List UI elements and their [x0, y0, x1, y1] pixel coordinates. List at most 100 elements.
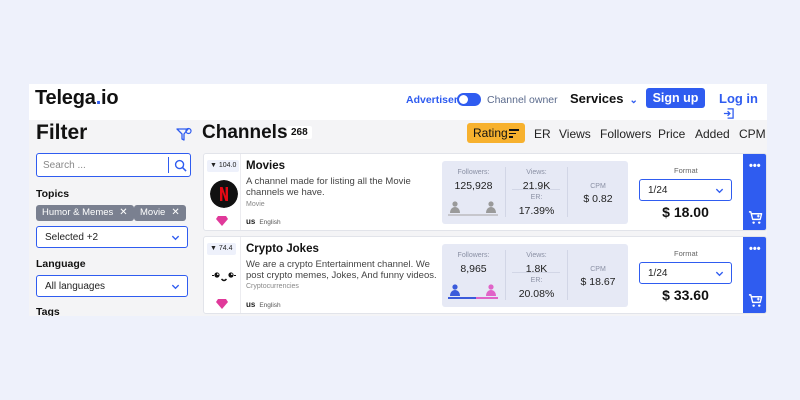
add-to-cart-icon[interactable] — [748, 210, 763, 225]
channel-category: Cryptocurrencies — [246, 283, 299, 290]
filter-icon[interactable] — [176, 127, 192, 143]
channels-panel: Channels 268 Rating ER Views Followers P… — [199, 120, 767, 316]
gem-icon — [216, 299, 228, 309]
cpm-label: CPM — [590, 266, 606, 273]
topics-select[interactable]: Selected +2 — [36, 226, 188, 248]
cpm-label: CPM — [590, 183, 606, 190]
chevron-down-icon — [715, 188, 724, 194]
channel-name[interactable]: Movies — [246, 160, 285, 172]
channel-description: We are a crypto Entertainment channel. W… — [246, 259, 437, 281]
login-label: Log in — [719, 91, 758, 106]
sort-price[interactable]: Price — [658, 127, 685, 141]
chevron-down-icon: ⌄ — [629, 95, 638, 106]
rating-badge: ▼ 104.0 — [207, 160, 240, 172]
sort-views[interactable]: Views — [559, 127, 591, 141]
er-value: 20.08% — [518, 288, 555, 300]
topic-chip-movie[interactable]: Movie ✕ — [134, 205, 186, 221]
views-value: 21.9K — [522, 180, 551, 192]
rating-value: 74.4 — [218, 245, 233, 252]
filter-title: Filter — [36, 121, 88, 144]
cpm-value: $ 0.82 — [583, 193, 613, 205]
er-label: ER: — [530, 277, 543, 284]
logo[interactable]: Telega.io — [35, 87, 119, 110]
toggle-knob — [459, 95, 468, 104]
channel-name[interactable]: Crypto Jokes — [246, 243, 319, 255]
chip-label: Movie — [140, 207, 166, 218]
channel-description: A channel made for listing all the Movie… — [246, 176, 411, 198]
kawaii-face-icon[interactable] — [210, 263, 238, 291]
format-label: Format — [674, 249, 698, 258]
views-label: Views: — [526, 169, 547, 176]
divider — [512, 189, 560, 190]
channel-language: us English — [246, 300, 281, 309]
followers-value: 8,965 — [460, 263, 487, 275]
search-input[interactable] — [43, 158, 163, 172]
chevron-down-icon — [171, 235, 180, 241]
format-select[interactable]: 1/24 — [639, 179, 732, 201]
divider — [512, 272, 560, 273]
services-menu[interactable]: Services ⌄ — [570, 91, 638, 106]
more-icon[interactable]: ••• — [749, 243, 761, 255]
chip-label: Humor & Memes — [42, 207, 114, 218]
format-label: Format — [674, 166, 698, 175]
app-frame: Telega.io Advertiser Channel owner Servi… — [29, 84, 767, 316]
logo-text: Telega — [35, 87, 96, 109]
login-link[interactable]: Log in — [719, 91, 767, 121]
sort-followers[interactable]: Followers — [600, 127, 651, 141]
sort-cpm[interactable]: CPM — [739, 127, 766, 141]
cpm-value: $ 18.67 — [580, 276, 616, 288]
language-select[interactable]: All languages — [36, 275, 188, 297]
er-value: 17.39% — [518, 205, 555, 217]
divider — [240, 237, 241, 313]
price-value: $ 33.60 — [662, 287, 709, 303]
price-value: $ 18.00 — [662, 204, 709, 220]
followers-value: 125,928 — [454, 180, 493, 192]
channel-card[interactable]: ▼ 104.0 Movies A channel made for listin… — [203, 153, 767, 231]
netflix-logo-icon[interactable] — [210, 180, 238, 208]
channel-language: us English — [246, 217, 281, 226]
divider — [240, 154, 241, 230]
role-toggle[interactable] — [457, 93, 481, 106]
country-code: us — [246, 300, 256, 309]
topic-chip-humor[interactable]: Humor & Memes ✕ — [36, 205, 134, 221]
language-name: English — [259, 219, 281, 226]
close-icon[interactable]: ✕ — [171, 207, 179, 218]
format-select[interactable]: 1/24 — [639, 262, 732, 284]
logo-tld: io — [101, 87, 119, 109]
channel-category: Movie — [246, 201, 265, 208]
rating-value: 104.0 — [218, 162, 237, 169]
gender-split-icon — [448, 201, 498, 216]
role-owner-label[interactable]: Channel owner — [487, 94, 558, 106]
role-advertiser-label[interactable]: Advertiser — [406, 94, 458, 106]
signup-button[interactable]: Sign up — [646, 88, 705, 108]
channels-count-badge: 268 — [287, 126, 312, 139]
search-divider — [168, 157, 169, 173]
followers-label: Followers: — [457, 169, 490, 176]
top-bar: Telega.io Advertiser Channel owner Servi… — [29, 84, 767, 120]
services-label: Services — [570, 91, 624, 106]
sort-rating-label: Rating — [473, 126, 508, 140]
er-label: ER: — [530, 194, 543, 201]
channel-card[interactable]: ▼ 74.4 Crypto Jokes We are a crypto Ente… — [203, 236, 767, 314]
divider — [567, 250, 568, 300]
login-icon — [723, 108, 734, 119]
search-field[interactable] — [36, 153, 191, 177]
country-code: us — [246, 217, 256, 226]
views-label: Views: — [526, 252, 547, 259]
page-title: Channels — [202, 122, 288, 143]
views-value: 1.8K — [525, 263, 548, 275]
language-select-value: All languages — [45, 281, 106, 292]
channel-stats: Followers: 8,965 Views: 1.8K ER: 20.08% … — [442, 244, 628, 307]
search-icon[interactable] — [174, 159, 187, 172]
tags-label: Tags — [36, 306, 60, 316]
divider — [567, 167, 568, 217]
close-icon[interactable]: ✕ — [119, 207, 127, 218]
sort-added[interactable]: Added — [695, 127, 730, 141]
followers-label: Followers: — [457, 252, 490, 259]
sort-rating-button[interactable]: Rating — [467, 123, 525, 143]
sort-er[interactable]: ER — [534, 127, 551, 141]
language-label: Language — [36, 258, 86, 270]
add-to-cart-icon[interactable] — [748, 293, 763, 308]
sort-desc-icon — [509, 129, 519, 140]
more-icon[interactable]: ••• — [749, 160, 761, 172]
